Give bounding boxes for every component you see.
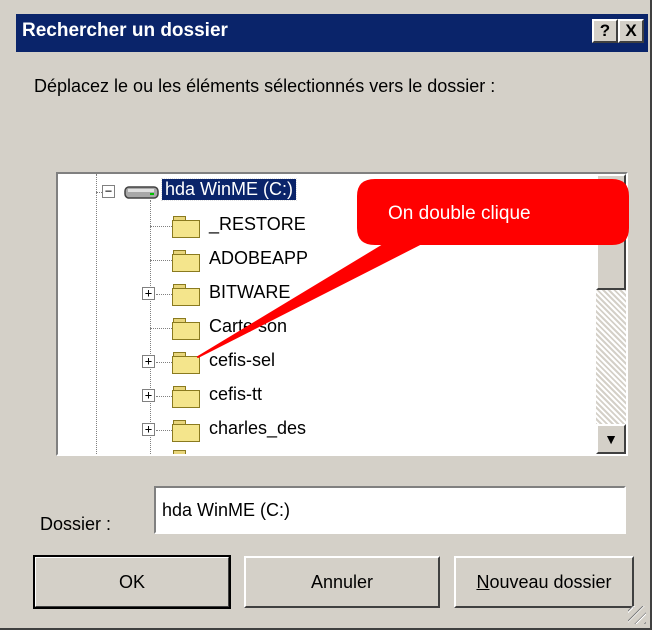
tree-item-label[interactable]: _RESTORE (206, 214, 309, 235)
folder-icon (172, 352, 200, 374)
scroll-down-button[interactable]: ▼ (596, 424, 626, 454)
tree-line (156, 396, 172, 397)
folder-field-label: Dossier : (40, 514, 112, 534)
callout-text: On double clique (388, 203, 531, 224)
tree-item-label[interactable]: ADOBEAPP (206, 248, 311, 269)
folder-tree[interactable]: − hda WinME (C:) _RESTORE ADOBEAPP + BIT… (56, 172, 628, 456)
help-button[interactable]: ? (592, 19, 618, 43)
tree-item-label[interactable]: hda WinME (C:) (160, 178, 298, 201)
ok-button[interactable]: OK (33, 555, 231, 609)
tree-line (150, 260, 172, 261)
cancel-button[interactable]: Annuler (244, 556, 440, 608)
folder-icon (172, 284, 200, 306)
resize-grip[interactable] (628, 606, 646, 624)
tree-line (156, 430, 172, 431)
tree-item-label[interactable]: cefis-tt (206, 384, 265, 405)
tree-item-label[interactable]: charles_des (206, 418, 309, 439)
tree-line (156, 294, 172, 295)
folder-icon (172, 420, 200, 442)
folder-browser-dialog: Rechercher un dossier ? X Déplacez le ou… (0, 0, 652, 630)
expand-icon[interactable]: + (142, 423, 155, 436)
folder-icon (172, 318, 200, 340)
close-button[interactable]: X (618, 19, 644, 43)
scrollbar-thumb[interactable] (596, 222, 626, 291)
folder-icon (172, 386, 200, 408)
tree-line (150, 226, 172, 227)
tree-item-label[interactable]: Carte son (206, 316, 290, 337)
new-folder-button[interactable]: Nouveau dossier (454, 556, 634, 608)
scroll-up-button[interactable]: ▲ (596, 174, 626, 204)
folder-icon (172, 250, 200, 272)
new-folder-label: Nouveau dossier (476, 571, 612, 592)
tree-item-label[interactable]: BITWARE (206, 282, 293, 303)
folder-field[interactable] (154, 486, 626, 534)
tree-line (150, 328, 172, 329)
expand-icon[interactable]: + (142, 287, 155, 300)
instruction-text: Déplacez le ou les éléments sélectionnés… (34, 76, 496, 96)
tree-item-label[interactable]: cefis-sel (206, 350, 278, 371)
folder-icon (172, 216, 200, 238)
folder-icon (172, 450, 200, 454)
title-bar: Rechercher un dossier ? X (16, 14, 648, 52)
tree-line (96, 174, 97, 454)
window-title: Rechercher un dossier (22, 20, 228, 41)
expand-icon[interactable]: + (142, 389, 155, 402)
vertical-scrollbar[interactable]: ▲ ▼ (596, 174, 626, 454)
collapse-icon[interactable]: − (102, 185, 115, 198)
tree-line (156, 362, 172, 363)
expand-icon[interactable]: + (142, 355, 155, 368)
hard-drive-icon (124, 186, 159, 199)
